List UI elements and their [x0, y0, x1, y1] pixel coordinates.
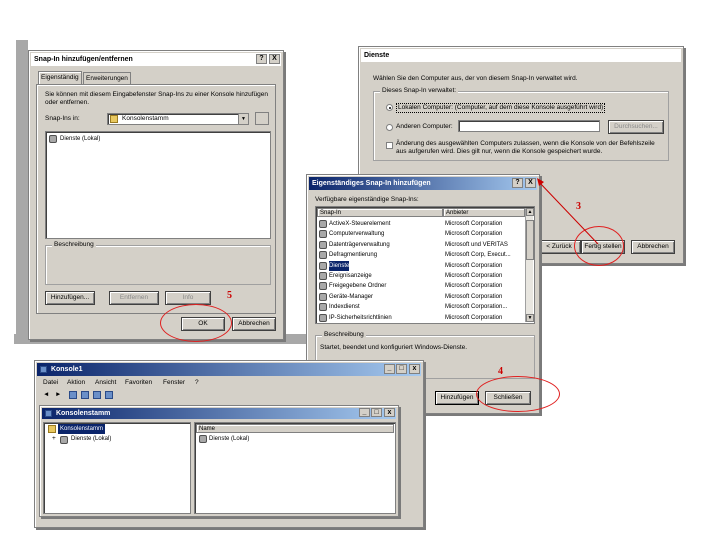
arrow-head [537, 178, 544, 186]
annotation-arrow [537, 178, 599, 245]
arrow-line [538, 181, 599, 245]
